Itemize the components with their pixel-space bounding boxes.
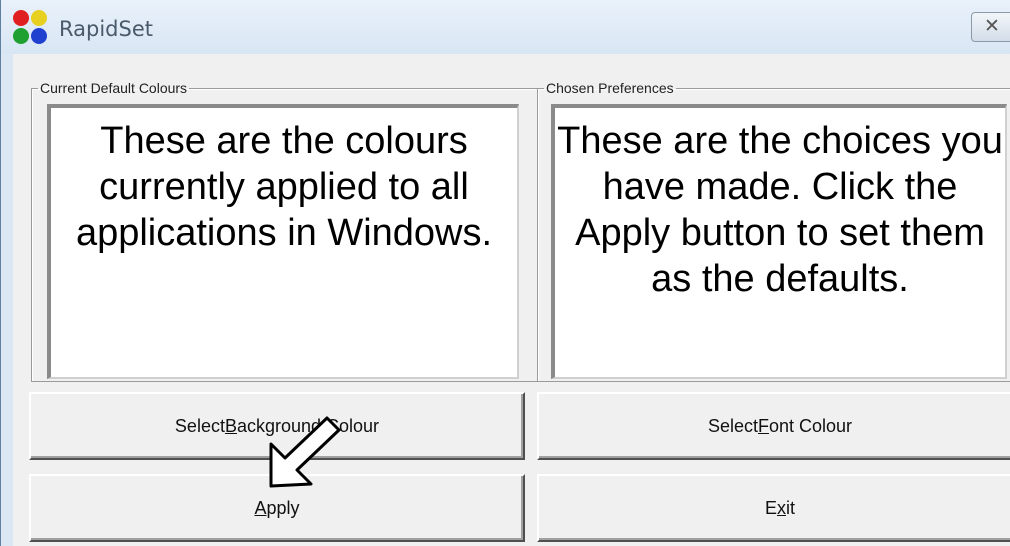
button-label-accelerator: F (757, 415, 769, 436)
chosen-preferences-legend: Chosen Preferences (546, 80, 674, 96)
window-title: RapidSet (59, 17, 153, 41)
button-label-accelerator: B (224, 415, 237, 436)
button-label-part: ont Colour (768, 415, 853, 436)
title-bar[interactable]: RapidSet ✕ (1, 0, 1010, 54)
button-label-part: pply (266, 497, 300, 518)
exit-button[interactable]: Ex it (537, 474, 1010, 542)
button-label-part: Select (707, 415, 758, 436)
button-label-accelerator: A (254, 497, 267, 518)
rapidset-app-icon (13, 10, 49, 46)
current-colours-text: These are the colours currently applied … (75, 120, 493, 254)
rapidset-window: RapidSet ✕ Current Default Colours These… (0, 0, 1010, 546)
close-icon: ✕ (984, 16, 1000, 37)
mouse-pointer-icon (269, 416, 341, 488)
button-label-part: it (786, 497, 795, 518)
button-label-part: Select (174, 415, 225, 436)
select-font-colour-button[interactable]: Select Font Colour (537, 392, 1010, 460)
button-label-part: E (764, 497, 777, 518)
current-colours-preview: These are the colours currently applied … (47, 104, 519, 379)
close-button[interactable]: ✕ (971, 12, 1010, 42)
chosen-preferences-text: These are the choices you have made. Cli… (557, 120, 1003, 300)
chosen-preferences-preview: These are the choices you have made. Cli… (551, 104, 1007, 379)
client-area: Current Default Colours These are the co… (13, 54, 1010, 546)
button-label-accelerator: x (777, 497, 786, 518)
current-default-colours-legend: Current Default Colours (40, 80, 188, 96)
